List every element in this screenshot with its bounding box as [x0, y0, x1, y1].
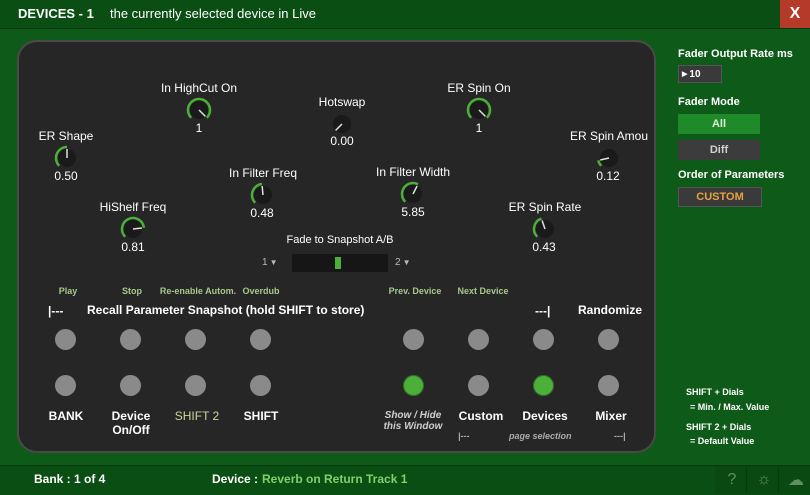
fader-mode-label: Fader Mode [678, 96, 740, 108]
snapshot-right-marker: ---| [535, 304, 551, 318]
knob-label-in-filter-freq: In Filter Freq [228, 166, 297, 180]
knob-label-er-spin-amou: ER Spin Amou [569, 129, 649, 143]
icon-divider [746, 467, 747, 493]
shift-button[interactable] [250, 375, 271, 396]
overdub-label: Overdub [242, 286, 280, 296]
stop-label: Stop [122, 286, 142, 296]
fade-slider-thumb[interactable] [335, 257, 341, 269]
fader-mode-all-button[interactable]: All [678, 114, 760, 134]
cloud-icon[interactable]: ☁ [783, 467, 809, 493]
knob-label-in-filter-width: In Filter Width [375, 165, 450, 179]
knob-value-er-shape: 0.50 [54, 169, 78, 183]
shift2-button[interactable] [185, 375, 206, 396]
shift-label: SHIFT [243, 409, 279, 423]
custom-page-button[interactable] [468, 375, 489, 396]
snapshot-button-4[interactable] [250, 329, 271, 350]
fader-mode-diff-button[interactable]: Diff [678, 140, 760, 160]
mixer-label: Mixer [595, 409, 627, 423]
help-icon[interactable]: ? [719, 467, 745, 493]
knob-value-in-filter-freq: 0.48 [250, 206, 274, 220]
fade-slider[interactable] [292, 254, 388, 272]
bank-button[interactable] [55, 375, 76, 396]
page-left-marker: |--- [458, 431, 470, 441]
show-hide-label: Show / Hide this Window [376, 410, 450, 432]
device-onoff-label-line1: Device [111, 409, 151, 423]
close-button[interactable]: X [780, 0, 810, 28]
custom-label: Custom [458, 409, 504, 423]
knob-value-er-spin-on: 1 [475, 121, 483, 135]
snapshot-left-marker: |--- [48, 304, 64, 318]
chevron-down-icon: ▼ [269, 258, 278, 267]
snapshot-button-2[interactable] [120, 329, 141, 350]
bank-label: BANK [48, 409, 84, 423]
snapshot-label: Recall Parameter Snapshot (hold SHIFT to… [87, 303, 365, 317]
snapshot-button-5[interactable] [403, 329, 424, 350]
knob-label-hotswap: Hotswap [318, 95, 366, 109]
knob-needle [261, 185, 264, 196]
show-hide-label-line2: this Window [383, 421, 443, 432]
snapshot-b-select[interactable]: 2 ▼ [395, 255, 419, 270]
help-shift-dials: SHIFT + Dials [686, 387, 744, 397]
window-title: DEVICES - 1 [18, 6, 94, 21]
knob-label-in-highcut-on: In HighCut On [160, 81, 238, 95]
prev-device-label: Prev. Device [388, 286, 442, 296]
page-selection-label: page selection [509, 431, 572, 441]
randomize-label: Randomize [578, 303, 643, 317]
snapshot-a-select[interactable]: 1 ▼ [262, 255, 286, 270]
shift2-label: SHIFT 2 [174, 409, 220, 423]
triangle-right-icon: ▶ [682, 71, 688, 78]
device-onoff-label: Device On/Off [100, 409, 162, 437]
knob-needle [132, 227, 143, 230]
knob-value-er-spin-amou: 0.12 [596, 169, 620, 183]
devices-label: Devices [522, 409, 568, 423]
fader-rate-input[interactable]: ▶ 10 [678, 65, 722, 83]
knob-value-in-highcut-on: 1 [195, 121, 203, 135]
help-shift2-dials: SHIFT 2 + Dials [686, 422, 752, 432]
device-onoff-button[interactable] [120, 375, 141, 396]
snapshot-b-value: 2 [395, 257, 401, 268]
icon-divider [778, 467, 779, 493]
order-label: Order of Parameters [678, 169, 785, 181]
show-hide-label-line1: Show / Hide [384, 410, 442, 421]
help-shift-dials-result: = Min. / Max. Value [690, 402, 770, 412]
knob-value-in-filter-width: 5.85 [401, 205, 425, 219]
page-right-marker: ---| [614, 431, 626, 441]
window-subtitle: the currently selected device in Live [110, 6, 316, 21]
knob-value-er-spin-rate: 0.43 [532, 240, 556, 254]
snapshot-button-6[interactable] [468, 329, 489, 350]
device-status-name: Reverb on Return Track 1 [262, 472, 408, 486]
play-label: Play [58, 286, 78, 296]
mixer-page-button[interactable] [598, 375, 619, 396]
snapshot-a-value: 1 [262, 257, 268, 268]
snapshot-button-3[interactable] [185, 329, 206, 350]
device-onoff-label-line2: On/Off [112, 423, 150, 437]
bank-status: Bank : 1 of 4 [34, 472, 106, 486]
fade-label: Fade to Snapshot A/B [286, 234, 394, 246]
reenable-label: Re-enable Autom. [159, 286, 237, 296]
chevron-down-icon: ▼ [402, 258, 411, 267]
fader-rate-label: Fader Output Rate ms [678, 48, 793, 60]
device-status-prefix: Device : [212, 472, 259, 486]
knob-label-er-spin-on: ER Spin On [447, 81, 511, 95]
next-device-label: Next Device [457, 286, 509, 296]
randomize-button[interactable] [598, 329, 619, 350]
order-custom-button[interactable]: CUSTOM [678, 187, 762, 207]
help-shift2-dials-result: = Default Value [690, 436, 755, 446]
snapshot-button-7[interactable] [533, 329, 554, 350]
settings-icon[interactable]: ☼ [751, 467, 777, 493]
knob-value-hotswap: 0.00 [330, 134, 354, 148]
devices-page-button[interactable] [533, 375, 554, 396]
fader-rate-value: 10 [689, 68, 701, 80]
knob-label-hishelf-freq: HiShelf Freq [99, 200, 167, 214]
snapshot-button-1[interactable] [55, 329, 76, 350]
knob-label-er-shape: ER Shape [38, 129, 94, 143]
knob-value-hishelf-freq: 0.81 [121, 240, 145, 254]
knob-label-er-spin-rate: ER Spin Rate [508, 200, 582, 214]
show-hide-button[interactable] [403, 375, 424, 396]
